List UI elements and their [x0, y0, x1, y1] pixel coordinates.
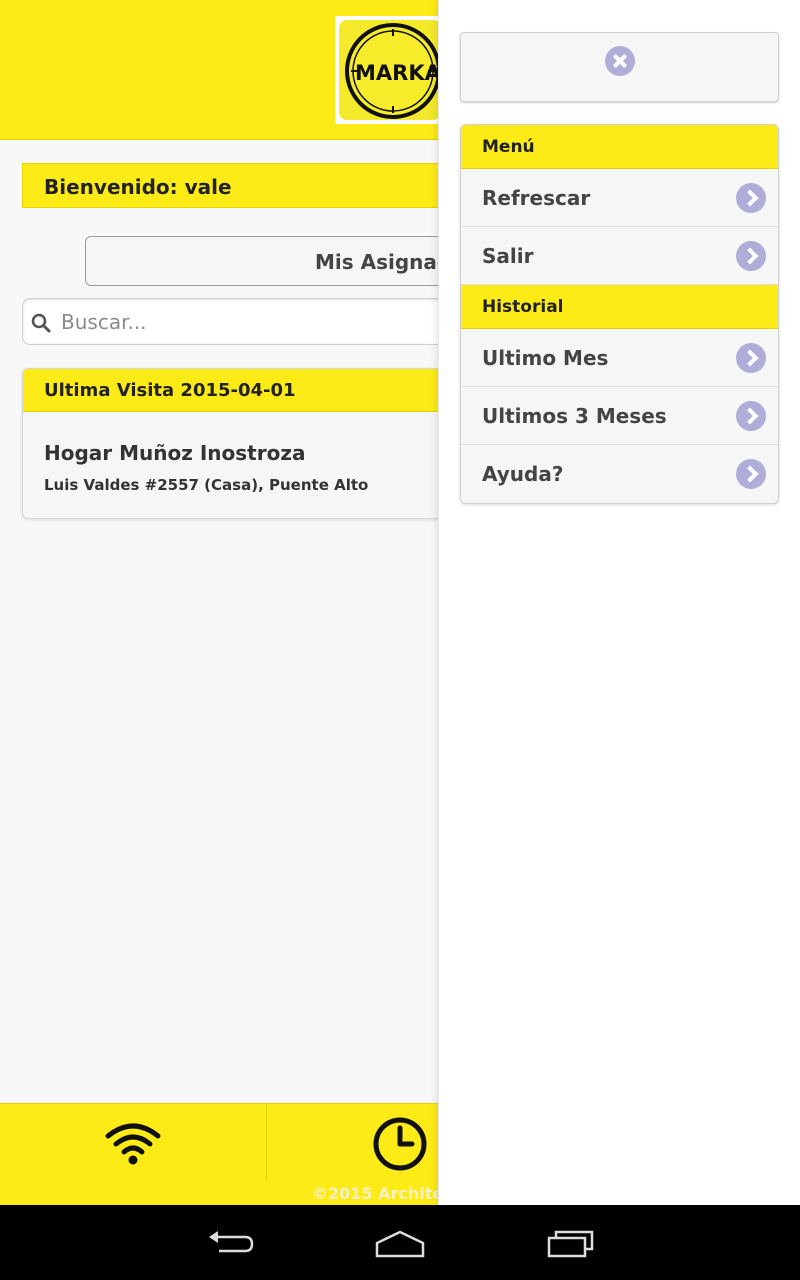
- clock-icon[interactable]: [372, 1116, 428, 1172]
- menu-item-salir[interactable]: Salir: [461, 227, 778, 285]
- recents-icon[interactable]: [546, 1227, 596, 1259]
- chevron-right-icon: [736, 343, 766, 373]
- home-icon[interactable]: [374, 1229, 426, 1259]
- menu-item-ultimo-mes[interactable]: Ultimo Mes: [461, 329, 778, 387]
- menu-header-label: Menú: [482, 137, 535, 157]
- welcome-bar: Bienvenido: vale: [22, 163, 462, 208]
- history-header: Historial: [461, 285, 778, 329]
- welcome-label: Bienvenido: vale: [44, 175, 232, 199]
- menu-item-label: Ultimos 3 Meses: [482, 404, 667, 428]
- menu-item-label: Ultimo Mes: [482, 346, 609, 370]
- visit-card[interactable]: Ultima Visita 2015-04-01 Hogar Muñoz Ino…: [22, 368, 462, 519]
- visit-name: Hogar Muñoz Inostroza: [44, 441, 306, 465]
- history-header-label: Historial: [482, 297, 564, 317]
- back-icon[interactable]: [205, 1229, 255, 1257]
- visit-address: Luis Valdes #2557 (Casa), Puente Alto: [44, 476, 369, 494]
- wifi-icon[interactable]: [105, 1122, 161, 1166]
- chevron-right-icon: [736, 241, 766, 271]
- visit-card-header: Ultima Visita 2015-04-01: [23, 369, 461, 412]
- close-icon: [605, 46, 635, 76]
- panel-menu: Menú Refrescar Salir Historial Ultimo Me…: [460, 124, 779, 504]
- search-icon: [31, 313, 51, 333]
- menu-header: Menú: [461, 125, 778, 169]
- copyright-text: ©2015 Architec: [312, 1184, 453, 1203]
- chevron-right-icon: [736, 459, 766, 489]
- menu-item-label: Salir: [482, 244, 534, 268]
- menu-item-label: Refrescar: [482, 186, 591, 210]
- search-bar[interactable]: [22, 298, 462, 345]
- logo-text: MARKAN: [355, 61, 441, 85]
- menu-item-ayuda[interactable]: Ayuda?: [461, 445, 778, 503]
- chevron-right-icon: [736, 183, 766, 213]
- chevron-right-icon: [736, 401, 766, 431]
- menu-item-ultimos-3-meses[interactable]: Ultimos 3 Meses: [461, 387, 778, 445]
- close-panel-button[interactable]: [460, 32, 779, 102]
- system-nav-bar: [0, 1205, 800, 1280]
- search-input[interactable]: [59, 307, 439, 337]
- side-panel: Menú Refrescar Salir Historial Ultimo Me…: [438, 0, 800, 1205]
- menu-item-label: Ayuda?: [482, 462, 564, 486]
- markan-logo: MARKAN: [335, 16, 445, 124]
- visit-date: Ultima Visita 2015-04-01: [44, 380, 296, 401]
- menu-item-refrescar[interactable]: Refrescar: [461, 169, 778, 227]
- footer-divider: [266, 1104, 267, 1180]
